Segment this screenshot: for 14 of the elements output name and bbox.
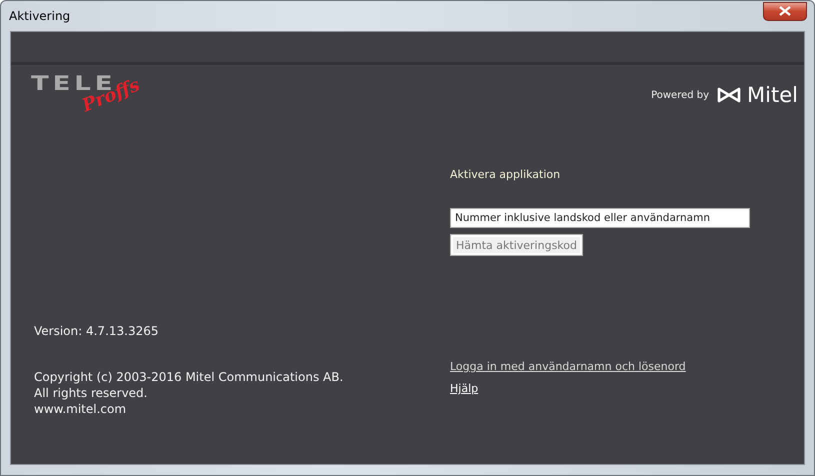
activation-heading: Aktivera applikation (450, 168, 560, 181)
close-button[interactable] (763, 2, 807, 20)
bowtie-logo-icon (717, 87, 742, 103)
link[interactable]: Hjälp (450, 382, 686, 395)
copyright-line: All rights reserved. (34, 385, 148, 401)
copyright-line: www.mitel.com (34, 401, 128, 417)
input-field[interactable]: Nummer inklusive landskod eller användarnamn (450, 208, 750, 228)
close-icon (778, 6, 792, 16)
powered-by-label: Powered by (651, 90, 710, 100)
brand-name: Mitel (747, 83, 798, 107)
link[interactable]: Logga in med användarnamn och lösenord (450, 360, 686, 373)
window-title: Aktivering (9, 9, 70, 23)
version-text: Version: 4.7.13.3265 (34, 324, 160, 338)
copyright-line: Copyright (c) 2003-2016 Mitel Communications AB. (34, 369, 344, 385)
